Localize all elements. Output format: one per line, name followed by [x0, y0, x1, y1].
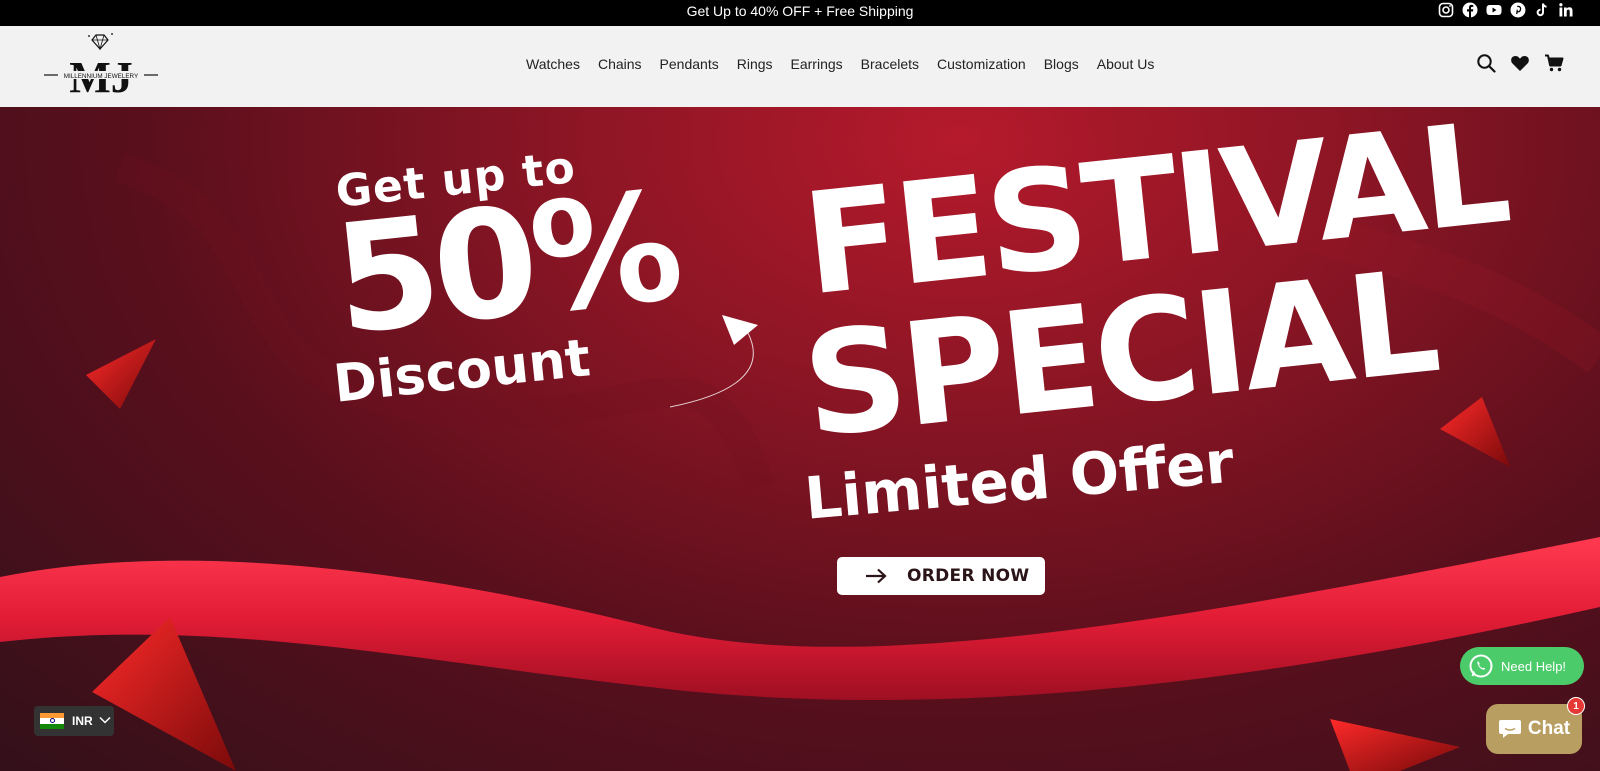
brand-logo[interactable]: MJ MILLENNIUM JEWELERY [42, 30, 160, 102]
india-flag-icon [40, 713, 64, 729]
chat-label: Chat [1527, 718, 1571, 739]
chat-bubble-icon [1498, 718, 1522, 740]
social-links [1438, 2, 1574, 18]
linkedin-icon[interactable] [1558, 2, 1574, 18]
diamond-icon [88, 33, 113, 51]
order-now-button[interactable]: ORDER NOW [837, 557, 1045, 595]
youtube-icon[interactable] [1486, 2, 1502, 18]
facebook-icon[interactable] [1462, 2, 1478, 18]
whatsapp-icon [1468, 653, 1494, 679]
nav-rings[interactable]: Rings [737, 55, 773, 73]
logo-brand-name: MILLENNIUM JEWELERY [64, 73, 139, 80]
main-nav: Watches Chains Pendants Rings Earrings B… [526, 55, 1172, 73]
nav-customization[interactable]: Customization [937, 55, 1026, 73]
whatsapp-label: Need Help! [1501, 658, 1567, 674]
currency-selector[interactable]: INR [34, 706, 114, 736]
nav-watches[interactable]: Watches [526, 55, 580, 73]
chevron-down-icon [99, 716, 111, 726]
nav-chains[interactable]: Chains [598, 55, 642, 73]
ribbon-wave [0, 537, 1600, 701]
pinterest-icon[interactable] [1510, 2, 1526, 18]
paper-plane-icon [722, 315, 758, 345]
cart-icon[interactable] [1544, 53, 1564, 73]
nav-pendants[interactable]: Pendants [660, 55, 719, 73]
announcement-bar: Get Up to 40% OFF + Free Shipping [0, 0, 1600, 26]
search-icon[interactable] [1476, 53, 1496, 73]
order-now-label: ORDER NOW [907, 566, 1030, 586]
hero-banner[interactable]: Get up to 50% Discount FESTIVAL SPECIAL … [0, 107, 1600, 771]
chat-widget-button[interactable]: Chat [1486, 704, 1582, 754]
instagram-icon[interactable] [1438, 2, 1454, 18]
site-header: MJ MILLENNIUM JEWELERY Watches Chains Pe… [0, 26, 1600, 107]
whatsapp-help-button[interactable]: Need Help! [1460, 647, 1584, 685]
arrow-right-icon [865, 568, 887, 584]
nav-blogs[interactable]: Blogs [1044, 55, 1079, 73]
tiktok-icon[interactable] [1534, 2, 1550, 18]
nav-earrings[interactable]: Earrings [791, 55, 843, 73]
chat-notification-badge: 1 [1567, 697, 1585, 715]
nav-bracelets[interactable]: Bracelets [861, 55, 919, 73]
wishlist-heart-icon[interactable] [1510, 53, 1530, 73]
announcement-text: Get Up to 40% OFF + Free Shipping [686, 3, 914, 19]
nav-about-us[interactable]: About Us [1097, 55, 1155, 73]
header-actions [1476, 53, 1564, 73]
currency-code: INR [72, 714, 93, 728]
hero-discount-percent: 50% [326, 159, 685, 369]
